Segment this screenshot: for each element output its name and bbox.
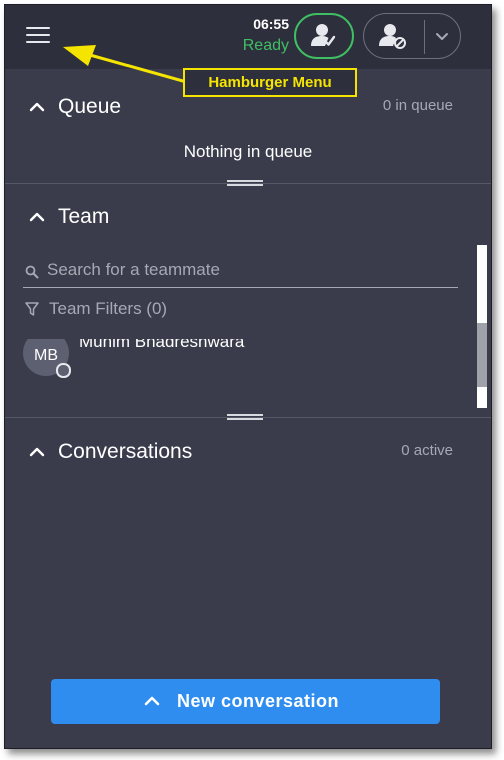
section-divider (5, 417, 491, 418)
team-scrollbar-thumb[interactable] (477, 323, 487, 387)
search-placeholder: Search for a teammate (47, 260, 220, 279)
avatar-initials: MB (34, 347, 58, 364)
shift-clock: 06:55 (253, 16, 289, 32)
agent-status-label: Ready (242, 37, 289, 54)
grip-line (227, 414, 263, 416)
queue-title[interactable]: Queue (58, 95, 121, 119)
agent-offline-icon[interactable] (363, 13, 423, 59)
agent-panel: 06:55 Ready Queue 0 in queue Nothing in … (4, 4, 492, 749)
chevron-up-icon[interactable] (29, 101, 45, 113)
team-list: MB Muhim Bhadreshwara (5, 339, 475, 399)
hamburger-icon-line (26, 34, 50, 36)
available-status-button[interactable] (294, 13, 354, 59)
grip-line (227, 184, 263, 186)
chevron-up-icon (144, 696, 160, 706)
grip-line (227, 418, 263, 420)
agent-available-icon (311, 24, 336, 46)
conversations-count: 0 active (401, 442, 453, 459)
grip-line (227, 180, 263, 182)
team-filters-label: Team Filters (0) (49, 299, 168, 318)
new-conversation-button[interactable]: New conversation (51, 679, 440, 724)
avatar[interactable]: MB (23, 339, 71, 378)
hamburger-menu-callout: Hamburger Menu (183, 68, 357, 97)
chevron-up-icon[interactable] (29, 211, 45, 223)
queue-count: 0 in queue (382, 97, 453, 114)
conversations-title[interactable]: Conversations (58, 440, 192, 464)
section-divider (5, 183, 491, 184)
chevron-up-icon[interactable] (29, 446, 45, 458)
presence-indicator (56, 363, 71, 378)
teammate-name[interactable]: Muhim Bhadreshwara (79, 339, 244, 352)
teammate-search-input[interactable]: Search for a teammate (23, 257, 458, 288)
hamburger-menu-button[interactable] (26, 27, 50, 45)
top-bar: 06:55 Ready (5, 5, 491, 69)
filter-icon (25, 302, 39, 316)
team-title[interactable]: Team (58, 205, 109, 229)
split-divider (424, 20, 425, 54)
chevron-down-icon[interactable] (434, 28, 450, 44)
hamburger-icon-line (26, 41, 50, 43)
queue-empty-message: Nothing in queue (183, 142, 313, 161)
search-icon (25, 265, 39, 279)
hamburger-icon (26, 27, 50, 29)
status-selector[interactable] (363, 13, 461, 59)
new-conversation-label: New conversation (177, 691, 340, 711)
